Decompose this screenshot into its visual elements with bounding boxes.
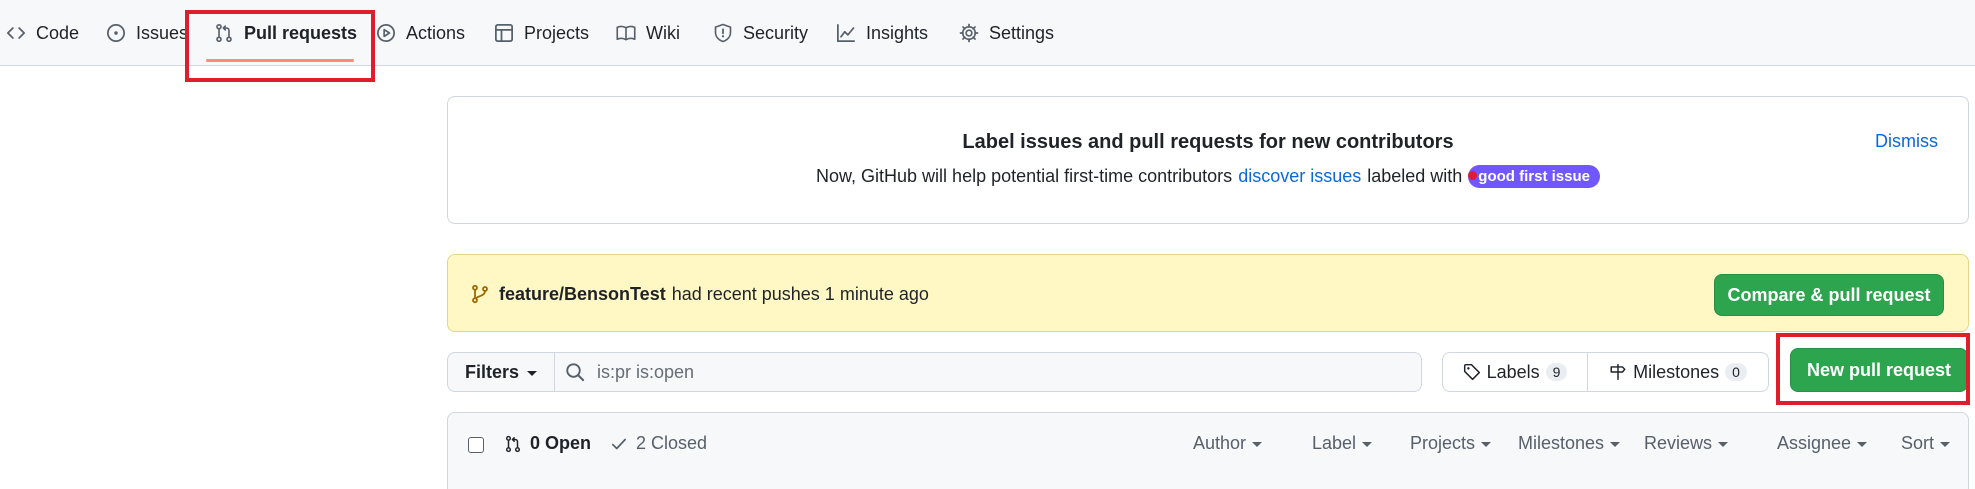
search-input[interactable] — [597, 361, 1397, 383]
tab-insights[interactable]: Insights — [836, 0, 928, 66]
git-pull-request-icon — [505, 435, 521, 452]
open-filter[interactable]: 0 Open — [504, 433, 591, 454]
tab-projects[interactable]: Projects — [494, 0, 589, 66]
dismiss-link[interactable]: Dismiss — [1875, 131, 1938, 152]
banner-text-before: Now, GitHub will help potential first-ti… — [816, 166, 1233, 186]
repo-nav: Code Issues Pull requests Actions Projec… — [0, 0, 1975, 66]
tab-settings-label: Settings — [989, 22, 1055, 43]
labels-count: 9 — [1545, 363, 1568, 381]
chevron-down-icon — [1252, 442, 1263, 447]
milestone-icon — [1610, 364, 1626, 380]
git-pull-request-icon — [216, 23, 232, 43]
open-count: 0 Open — [530, 433, 592, 453]
tab-settings[interactable]: Settings — [959, 0, 1054, 66]
branch-name-link[interactable]: feature/BensonTest — [499, 284, 666, 305]
tab-issues-label: Issues — [136, 22, 189, 43]
sort-dropdown-label: Sort — [1901, 433, 1935, 453]
tab-actions-label: Actions — [406, 22, 466, 43]
new-contributors-banner: Label issues and pull requests for new c… — [447, 96, 1969, 224]
milestones-count: 0 — [1725, 363, 1747, 381]
chevron-down-icon — [1362, 442, 1373, 447]
discover-issues-link[interactable]: discover issues — [1238, 166, 1361, 187]
filters-button[interactable]: Filters — [447, 352, 555, 392]
search-icon — [566, 363, 585, 382]
shield-icon — [714, 23, 732, 43]
labels-button-label: Labels — [1486, 361, 1540, 382]
milestones-dropdown-label: Milestones — [1518, 433, 1605, 453]
issue-opened-icon — [107, 24, 125, 42]
select-all-checkbox[interactable] — [468, 437, 484, 453]
sort-dropdown[interactable]: Sort — [1901, 433, 1951, 454]
chevron-down-icon — [1940, 442, 1951, 447]
tab-actions[interactable]: Actions — [376, 0, 465, 66]
pull-request-list-header: 0 Open 2 Closed Author Label Projects Mi… — [447, 412, 1969, 489]
active-tab-underline — [206, 59, 354, 62]
good-first-issue-label-text: good first issue — [1478, 168, 1590, 185]
chevron-down-icon — [1481, 442, 1492, 447]
tab-security-label: Security — [743, 22, 809, 43]
tab-pull-requests[interactable]: Pull requests — [214, 0, 357, 66]
projects-dropdown[interactable]: Projects — [1410, 433, 1492, 454]
tag-icon — [1463, 363, 1480, 381]
banner-title: Label issues and pull requests for new c… — [962, 131, 1454, 153]
assignee-dropdown[interactable]: Assignee — [1777, 433, 1868, 454]
code-icon — [7, 27, 25, 39]
good-first-issue-label[interactable]: good first issue — [1468, 165, 1600, 188]
reviews-dropdown[interactable]: Reviews — [1644, 433, 1729, 454]
compare-and-pull-request-button[interactable]: Compare & pull request — [1714, 274, 1944, 316]
table-icon — [495, 24, 513, 42]
label-dropdown-label: Label — [1312, 433, 1357, 453]
assignee-dropdown-label: Assignee — [1777, 433, 1852, 453]
search-field[interactable] — [554, 352, 1422, 392]
author-dropdown[interactable]: Author — [1193, 433, 1263, 454]
milestones-dropdown[interactable]: Milestones — [1518, 433, 1621, 454]
gear-icon — [959, 23, 979, 43]
tab-code[interactable]: Code — [6, 0, 79, 66]
chevron-down-icon — [527, 370, 538, 376]
tab-security[interactable]: Security — [713, 0, 808, 66]
check-icon — [611, 438, 627, 449]
milestones-button-label: Milestones — [1633, 361, 1720, 382]
chevron-down-icon — [1718, 442, 1729, 447]
chevron-down-icon — [1610, 442, 1621, 447]
new-pull-request-button[interactable]: New pull request — [1790, 348, 1968, 392]
tab-projects-label: Projects — [524, 22, 590, 43]
graph-icon — [837, 24, 855, 42]
cursor-marker-icon — [1468, 171, 1478, 180]
label-dropdown[interactable]: Label — [1312, 433, 1373, 454]
recent-push-text: feature/BensonTest had recent pushes 1 m… — [499, 255, 929, 333]
reviews-dropdown-label: Reviews — [1644, 433, 1713, 453]
tab-insights-label: Insights — [866, 22, 929, 43]
closed-count: 2 Closed — [636, 433, 708, 453]
tab-wiki[interactable]: Wiki — [616, 0, 680, 66]
filters-button-label: Filters — [464, 361, 520, 382]
milestones-button[interactable]: Milestones 0 — [1587, 352, 1769, 392]
banner-text: Now, GitHub will help potential first-ti… — [448, 165, 1968, 188]
tab-pull-requests-label: Pull requests — [244, 22, 358, 43]
book-icon — [616, 25, 636, 41]
chevron-down-icon — [1857, 442, 1868, 447]
author-dropdown-label: Author — [1193, 433, 1247, 453]
projects-dropdown-label: Projects — [1410, 433, 1476, 453]
labels-button[interactable]: Labels 9 — [1442, 352, 1588, 392]
closed-filter[interactable]: 2 Closed — [610, 433, 707, 454]
play-icon — [377, 24, 395, 42]
recent-push-banner: feature/BensonTest had recent pushes 1 m… — [447, 254, 1969, 332]
recent-push-message: had recent pushes 1 minute ago — [671, 283, 929, 304]
git-branch-icon — [472, 284, 488, 304]
banner-text-after: labeled with — [1367, 166, 1463, 186]
tab-issues[interactable]: Issues — [106, 0, 188, 66]
tab-wiki-label: Wiki — [646, 22, 680, 43]
tab-code-label: Code — [36, 22, 80, 43]
